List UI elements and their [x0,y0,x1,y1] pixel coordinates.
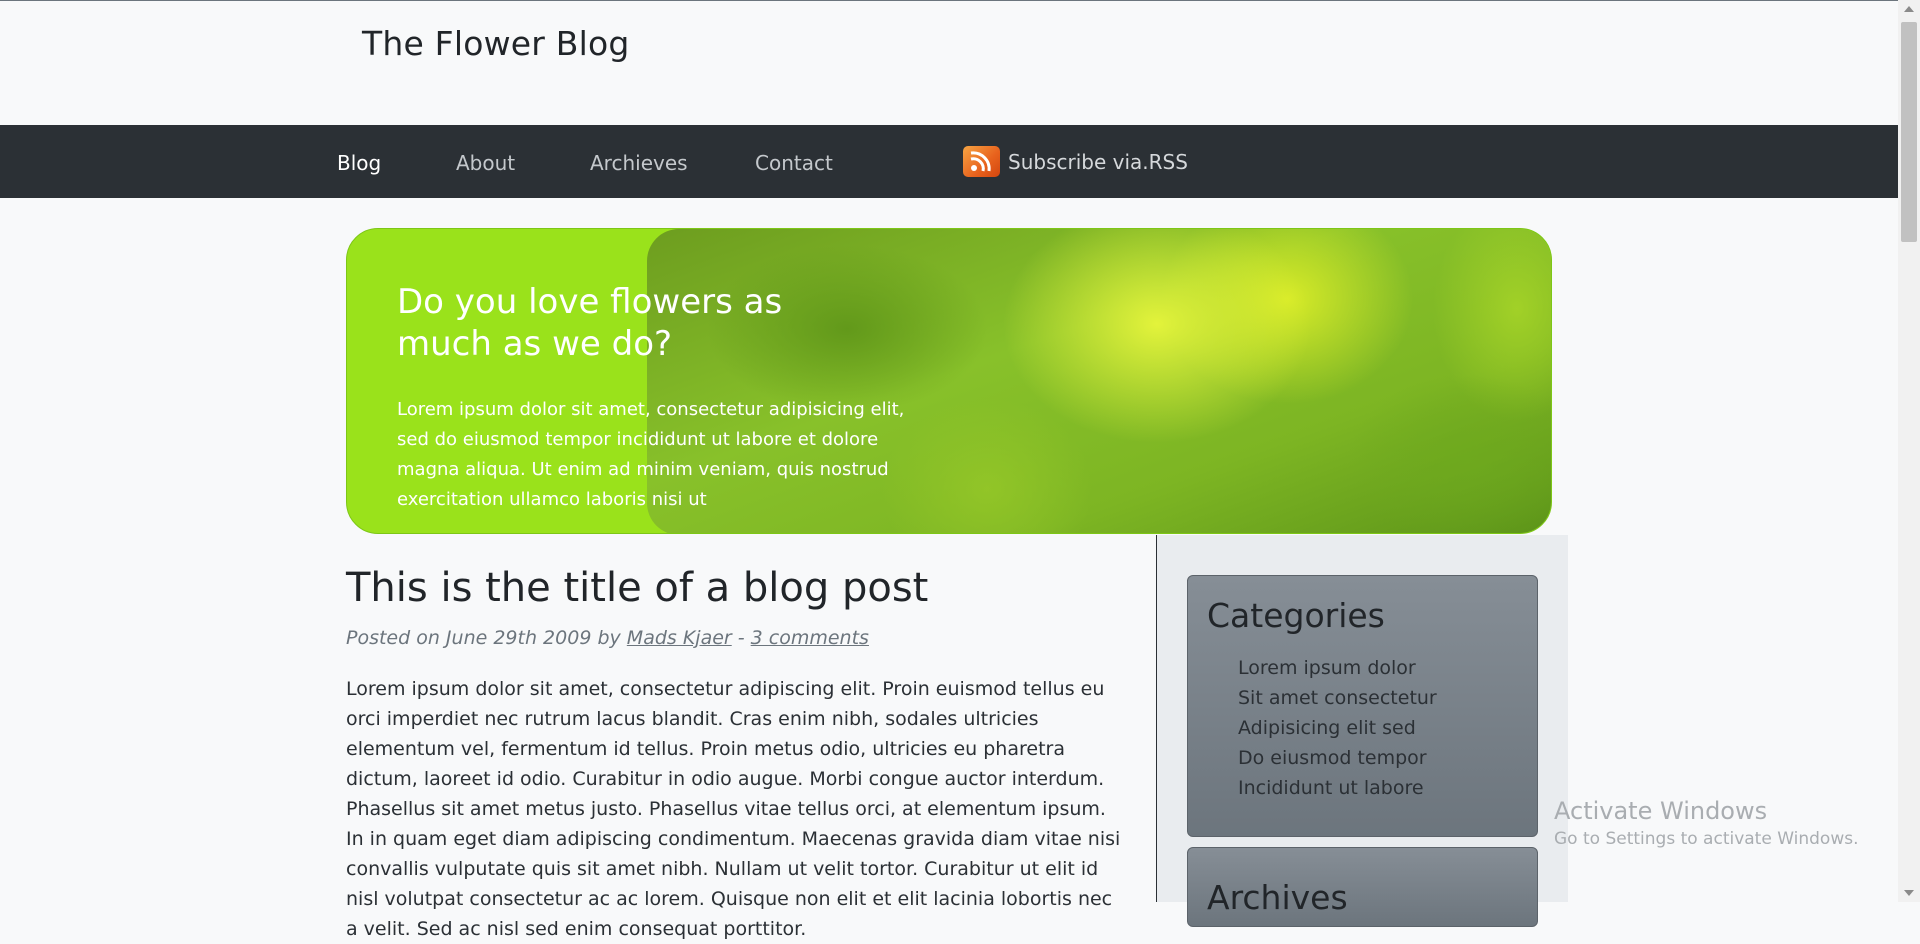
post-date: Posted on June 29th 2009 by [346,627,627,649]
categories-title: Categories [1207,596,1385,635]
site-title[interactable]: The Flower Blog [362,24,630,63]
category-item[interactable]: Do eiusmod tempor [1238,743,1437,773]
category-item[interactable]: Sit amet consectetur [1238,683,1437,713]
rss-icon [963,146,1000,177]
rss-label: Subscribe via.RSS [1008,149,1188,174]
post-body: Lorem ipsum dolor sit amet, consectetur … [346,678,1121,940]
post-title[interactable]: This is the title of a blog post [346,565,928,611]
nav-item-contact[interactable]: Contact [755,151,833,175]
nav-item-blog[interactable]: Blog [337,151,381,175]
hero-banner: Do you love flowers as much as we do? Lo… [346,228,1552,534]
scroll-down-arrow-icon[interactable] [1904,890,1914,896]
page-scrollbar[interactable] [1898,0,1920,902]
archives-title: Archives [1207,878,1348,917]
meta-separator: - [731,627,751,649]
categories-list: Lorem ipsum dolor Sit amet consectetur A… [1238,653,1437,803]
category-item[interactable]: Lorem ipsum dolor [1238,653,1437,683]
hero-title: Do you love flowers as much as we do? [397,282,783,364]
hero-text: Lorem ipsum dolor sit amet, consectetur … [397,399,905,510]
watermark-title: Activate Windows [1554,797,1768,825]
categories-widget: Categories Lorem ipsum dolor Sit amet co… [1187,575,1538,837]
subscribe-rss-link[interactable]: Subscribe via.RSS [963,146,1188,177]
category-item[interactable]: Incididunt ut labore [1238,773,1437,803]
watermark-subtitle: Go to Settings to activate Windows. [1554,829,1859,849]
post-meta: Posted on June 29th 2009 by Mads Kjaer -… [346,627,869,649]
archives-widget: Archives [1187,847,1538,927]
scroll-up-arrow-icon[interactable] [1904,6,1914,12]
post-comments-link[interactable]: 3 comments [751,627,869,649]
category-item[interactable]: Adipisicing elit sed [1238,713,1437,743]
nav-item-archieves[interactable]: Archieves [590,151,688,175]
top-border [0,0,1898,1]
windows-activation-watermark: Activate Windows Go to Settings to activ… [1554,797,1859,849]
scroll-thumb[interactable] [1901,22,1917,242]
post-author-link[interactable]: Mads Kjaer [627,627,732,649]
main-navbar: Blog About Archieves Contact Subscribe v… [0,125,1898,198]
nav-item-about[interactable]: About [456,151,515,175]
